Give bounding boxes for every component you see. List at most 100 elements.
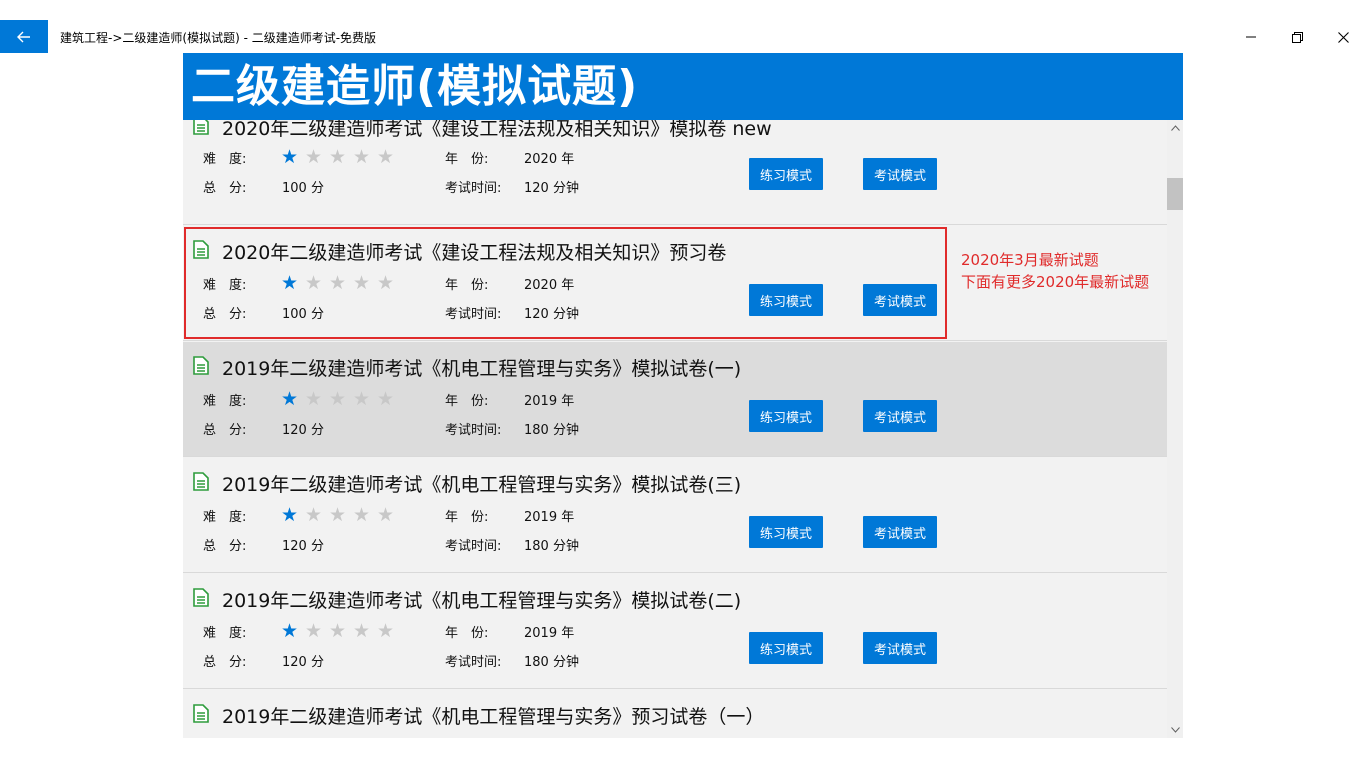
page-title: 二级建造师(模拟试题)	[191, 61, 639, 112]
duration-label: 考试时间:	[445, 655, 502, 670]
exam-item[interactable]: 2019年二级建造师考试《机电工程管理与实务》模拟试卷(一) 难 度: ★ ★ ★ ★…	[183, 342, 1167, 457]
duration-label: 考试时间:	[445, 181, 502, 196]
year-label: 年 份:	[445, 152, 489, 167]
document-icon	[193, 472, 209, 491]
year-label: 年 份:	[445, 394, 489, 409]
star-icon: ★	[377, 504, 395, 526]
document-icon	[193, 356, 209, 375]
duration-value: 120 分钟	[524, 181, 579, 196]
star-icon: ★	[281, 620, 299, 642]
practice-mode-button[interactable]: 练习模式	[749, 516, 823, 548]
year-value: 2020 年	[524, 152, 575, 167]
star-icon: ★	[329, 146, 347, 168]
exam-mode-button[interactable]: 考试模式	[863, 284, 937, 316]
star-icon: ★	[281, 146, 299, 168]
total-score-label: 总 分:	[203, 655, 247, 670]
total-score-label: 总 分:	[203, 539, 247, 554]
star-icon: ★	[353, 146, 371, 168]
scrollbar-thumb[interactable]	[1167, 178, 1183, 210]
exam-title: 2020年二级建造师考试《建设工程法规及相关知识》模拟卷 new	[222, 120, 772, 140]
difficulty-label: 难 度:	[203, 278, 247, 293]
exam-mode-button[interactable]: 考试模式	[863, 158, 937, 190]
exam-title: 2019年二级建造师考试《机电工程管理与实务》模拟试卷(三)	[222, 474, 742, 496]
star-icon: ★	[305, 272, 323, 294]
star-icon: ★	[353, 504, 371, 526]
exam-item[interactable]: 2019年二级建造师考试《机电工程管理与实务》模拟试卷(三) 难 度: ★ ★ ★ ★…	[183, 458, 1167, 573]
duration-label: 考试时间:	[445, 539, 502, 554]
difficulty-rating: ★ ★ ★ ★ ★	[281, 620, 401, 642]
exam-mode-button[interactable]: 考试模式	[863, 516, 937, 548]
minimize-button[interactable]	[1228, 22, 1274, 52]
arrow-left-icon	[17, 31, 30, 42]
chevron-down-icon	[1170, 727, 1180, 733]
total-score-label: 总 分:	[203, 423, 247, 438]
chevron-up-icon	[1170, 125, 1180, 131]
star-icon: ★	[305, 620, 323, 642]
star-icon: ★	[353, 620, 371, 642]
scroll-up-button[interactable]	[1167, 120, 1183, 136]
year-label: 年 份:	[445, 278, 489, 293]
practice-mode-button[interactable]: 练习模式	[749, 158, 823, 190]
star-icon: ★	[377, 272, 395, 294]
difficulty-label: 难 度:	[203, 626, 247, 641]
difficulty-label: 难 度:	[203, 394, 247, 409]
exam-mode-button[interactable]: 考试模式	[863, 632, 937, 664]
star-icon: ★	[305, 388, 323, 410]
year-value: 2020 年	[524, 278, 575, 293]
star-icon: ★	[377, 620, 395, 642]
difficulty-label: 难 度:	[203, 152, 247, 167]
difficulty-rating: ★ ★ ★ ★ ★	[281, 388, 401, 410]
exam-item[interactable]: 2019年二级建造师考试《机电工程管理与实务》模拟试卷(二) 难 度: ★ ★ ★ ★…	[183, 574, 1167, 689]
total-score-value: 100 分	[282, 307, 324, 322]
star-icon: ★	[353, 388, 371, 410]
star-icon: ★	[377, 146, 395, 168]
close-icon	[1337, 31, 1349, 43]
document-icon	[193, 704, 209, 723]
duration-value: 180 分钟	[524, 423, 579, 438]
restore-icon	[1291, 31, 1303, 43]
difficulty-rating: ★ ★ ★ ★ ★	[281, 272, 401, 294]
star-icon: ★	[281, 504, 299, 526]
practice-mode-button[interactable]: 练习模式	[749, 284, 823, 316]
exam-title: 2019年二级建造师考试《机电工程管理与实务》预习试卷（一）	[222, 706, 765, 728]
star-icon: ★	[305, 146, 323, 168]
annotation-line-2: 下面有更多2020年最新试题	[961, 273, 1150, 291]
exam-item[interactable]: 2020年二级建造师考试《建设工程法规及相关知识》模拟卷 new 难 度: ★ ★…	[183, 120, 1167, 225]
total-score-label: 总 分:	[203, 307, 247, 322]
difficulty-label: 难 度:	[203, 510, 247, 525]
difficulty-rating: ★ ★ ★ ★ ★	[281, 146, 401, 168]
document-icon	[193, 588, 209, 607]
back-button[interactable]	[0, 20, 48, 53]
total-score-value: 120 分	[282, 423, 324, 438]
star-icon: ★	[377, 388, 395, 410]
exam-list[interactable]: 2020年二级建造师考试《建设工程法规及相关知识》模拟卷 new 难 度: ★ ★…	[183, 120, 1183, 738]
close-button[interactable]	[1320, 22, 1366, 52]
minimize-icon	[1246, 36, 1256, 38]
duration-value: 180 分钟	[524, 655, 579, 670]
restore-button[interactable]	[1274, 22, 1320, 52]
star-icon: ★	[305, 504, 323, 526]
year-label: 年 份:	[445, 510, 489, 525]
window-title: 建筑工程->二级建造师(模拟试题) - 二级建造师考试-免费版	[60, 31, 377, 45]
difficulty-rating: ★ ★ ★ ★ ★	[281, 504, 401, 526]
header-banner: 二级建造师(模拟试题)	[183, 53, 1183, 120]
exam-item[interactable]: 2019年二级建造师考试《机电工程管理与实务》预习试卷（一）	[183, 690, 1167, 738]
title-bar: 建筑工程->二级建造师(模拟试题) - 二级建造师考试-免费版	[0, 0, 1366, 53]
year-value: 2019 年	[524, 626, 575, 641]
practice-mode-button[interactable]: 练习模式	[749, 400, 823, 432]
star-icon: ★	[353, 272, 371, 294]
exam-title: 2019年二级建造师考试《机电工程管理与实务》模拟试卷(二)	[222, 590, 742, 612]
exam-title: 2020年二级建造师考试《建设工程法规及相关知识》预习卷	[222, 242, 727, 264]
scroll-down-button[interactable]	[1167, 722, 1183, 738]
document-icon	[193, 120, 209, 135]
year-value: 2019 年	[524, 510, 575, 525]
annotation-line-1: 2020年3月最新试题	[961, 251, 1099, 269]
document-icon	[193, 240, 209, 259]
scrollbar-track[interactable]	[1167, 120, 1183, 738]
star-icon: ★	[329, 388, 347, 410]
exam-mode-button[interactable]: 考试模式	[863, 400, 937, 432]
exam-title: 2019年二级建造师考试《机电工程管理与实务》模拟试卷(一)	[222, 358, 742, 380]
star-icon: ★	[281, 388, 299, 410]
practice-mode-button[interactable]: 练习模式	[749, 632, 823, 664]
total-score-value: 120 分	[282, 655, 324, 670]
